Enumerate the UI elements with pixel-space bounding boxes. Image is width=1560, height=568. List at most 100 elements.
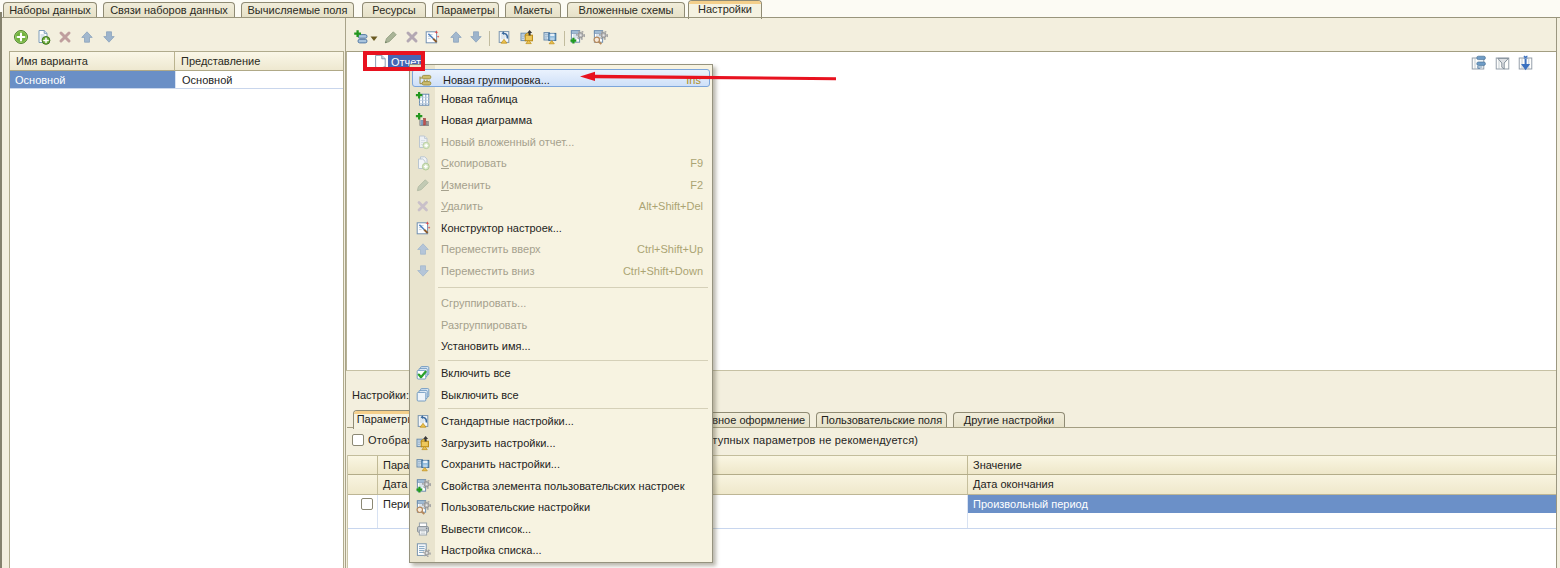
- move-up-button[interactable]: [447, 29, 465, 47]
- menu-item-20[interactable]: Пользовательские настройки: [411, 497, 711, 518]
- menu-item-label: Установить имя...: [441, 340, 531, 352]
- tab-6[interactable]: Макеты: [505, 2, 561, 17]
- enable-all-icon: [415, 365, 431, 381]
- tab-2[interactable]: Связи наборов данных: [103, 2, 235, 17]
- arrow-down-pale-icon: [415, 263, 431, 279]
- menu-item-2[interactable]: Новая таблица: [411, 89, 711, 110]
- tab-label: Вычисляемые поля: [248, 4, 348, 16]
- param-value-cell[interactable]: Произвольный период: [968, 495, 1557, 513]
- menu-item-15[interactable]: Выключить все: [411, 385, 711, 406]
- standard-settings-button[interactable]: [495, 29, 513, 47]
- param-value-cell[interactable]: [968, 513, 1557, 528]
- sort-quick-button[interactable]: [1518, 55, 1535, 72]
- pencil-pale-icon: [415, 177, 431, 193]
- params-column-header[interactable]: [348, 456, 378, 474]
- settings-page: Имя вариантаПредставлениеОсновнойОсновно…: [0, 18, 1560, 568]
- arrow-up-icon: [448, 29, 464, 47]
- menu-item-shortcut: F9: [690, 157, 703, 169]
- menu-item-shortcut: Ctrl+Shift+Up: [637, 243, 703, 255]
- tab-5[interactable]: Параметры: [432, 2, 499, 17]
- user-settings-item-properties-button[interactable]: [568, 29, 586, 47]
- menu-item-13[interactable]: Установить имя...: [411, 336, 711, 357]
- menu-item-17[interactable]: Загрузить настройки...: [411, 433, 711, 454]
- print-list-icon: [415, 521, 431, 537]
- variants-table[interactable]: Имя вариантаПредставлениеОсновнойОсновно…: [9, 51, 344, 568]
- add-variant-button[interactable]: [12, 29, 30, 47]
- standard-settings-icon: [415, 413, 431, 429]
- menu-item-14[interactable]: Включить все: [411, 363, 711, 384]
- menu-item-8[interactable]: Конструктор настроек...: [411, 218, 711, 239]
- variant-name-cell[interactable]: Основной: [10, 71, 175, 89]
- menu-item-label: Загрузить настройки...: [441, 437, 556, 449]
- menu-item-label: Новая группировка...: [443, 74, 550, 86]
- param-use-checkbox[interactable]: [361, 498, 373, 510]
- menu-item-5: Скопировать F9: [411, 153, 711, 174]
- tab-label: Макеты: [513, 4, 552, 16]
- column-header-variant-name[interactable]: Имя варианта: [10, 52, 175, 71]
- edit-button[interactable]: [382, 29, 400, 47]
- move-down-button[interactable]: [467, 29, 485, 47]
- user-settings-icon: [592, 29, 608, 47]
- tab-bar-baseline: [0, 17, 1560, 18]
- tab-7[interactable]: Вложенные схемы: [567, 2, 685, 17]
- arrow-down-icon: [468, 29, 484, 47]
- menu-item-22[interactable]: Настройка списка...: [411, 540, 711, 561]
- menu-item-label: Свойства элемента пользовательских настр…: [441, 480, 684, 492]
- menu-item-16[interactable]: Стандартные настройки...: [411, 411, 711, 432]
- user-settings-props-icon: [569, 29, 585, 47]
- param-value-cell[interactable]: Дата окончания: [968, 475, 1557, 494]
- settings-tab-6[interactable]: Пользовательские поля: [816, 412, 947, 427]
- structure-quick-button[interactable]: [1471, 55, 1488, 72]
- annotation-highlight-box: [363, 51, 425, 71]
- settings-tab-7[interactable]: Другие настройки: [953, 412, 1065, 427]
- filter-quick-button[interactable]: [1495, 55, 1512, 72]
- tab-4[interactable]: Ресурсы: [362, 2, 426, 17]
- add-circle-icon: [13, 29, 29, 47]
- menu-item-label: Включить все: [441, 367, 511, 379]
- load-settings-button[interactable]: [518, 29, 536, 47]
- menu-item-label: Новая диаграмма: [441, 114, 532, 126]
- tab-1[interactable]: Наборы данных: [3, 2, 97, 17]
- new-grouping-icon: [417, 72, 433, 88]
- tab-label: Связи наборов данных: [110, 4, 228, 16]
- copy-variant-button[interactable]: [34, 29, 52, 47]
- tab-label: Параметры: [436, 4, 495, 16]
- save-settings-icon: [542, 29, 558, 47]
- delete-variant-button[interactable]: [56, 29, 74, 47]
- show-unavailable-checkbox[interactable]: [352, 434, 364, 446]
- menu-item-label: Новая таблица: [441, 93, 518, 105]
- menu-item-18[interactable]: Сохранить настройки...: [411, 454, 711, 475]
- menu-item-7: Удалить Alt+Shift+Del: [411, 196, 711, 217]
- schema-tab-bar: Наборы данных Связи наборов данных Вычисля…: [0, 0, 1560, 18]
- user-settings-button[interactable]: [591, 29, 609, 47]
- column-header-presentation[interactable]: Представление: [175, 52, 343, 71]
- menu-item-21[interactable]: Вывести список...: [411, 519, 711, 540]
- save-settings-button[interactable]: [541, 29, 559, 47]
- new-table-icon: [415, 91, 431, 107]
- menu-item-3[interactable]: Новая диаграмма: [411, 110, 711, 131]
- add-setting-item-button[interactable]: [352, 29, 370, 47]
- menu-item-19[interactable]: Свойства элемента пользовательских настр…: [411, 476, 711, 497]
- constructor-icon: [415, 220, 431, 236]
- save-settings-icon: [415, 456, 431, 472]
- variant-presentation-cell[interactable]: Основной: [175, 71, 343, 89]
- menu-item-shortcut: F2: [690, 179, 703, 191]
- menu-item-label: Сохранить настройки...: [441, 458, 560, 470]
- menu-item-label: Скопировать: [441, 157, 507, 169]
- menu-item-shortcut: Alt+Shift+Del: [639, 200, 703, 212]
- tab-3[interactable]: Вычисляемые поля: [241, 2, 354, 17]
- delete-x-pale-icon: [415, 198, 431, 214]
- toolbar-separator: [564, 31, 565, 46]
- window-right-border: [1556, 18, 1557, 568]
- move-variant-down-button[interactable]: [100, 29, 118, 47]
- delete-button[interactable]: [403, 29, 421, 47]
- params-column-header[interactable]: Значение: [968, 456, 1557, 474]
- menu-item-shortcut: Ctrl+Shift+Down: [623, 265, 703, 277]
- delete-x-rose-icon: [57, 29, 73, 47]
- move-variant-up-button[interactable]: [78, 29, 96, 47]
- menu-item-label: Удалить: [441, 200, 483, 212]
- menu-item-label: Вывести список...: [441, 523, 531, 535]
- menu-item-label: Изменить: [441, 179, 491, 191]
- settings-constructor-button[interactable]: [423, 29, 441, 47]
- dropdown-arrow-icon[interactable]: [369, 33, 379, 43]
